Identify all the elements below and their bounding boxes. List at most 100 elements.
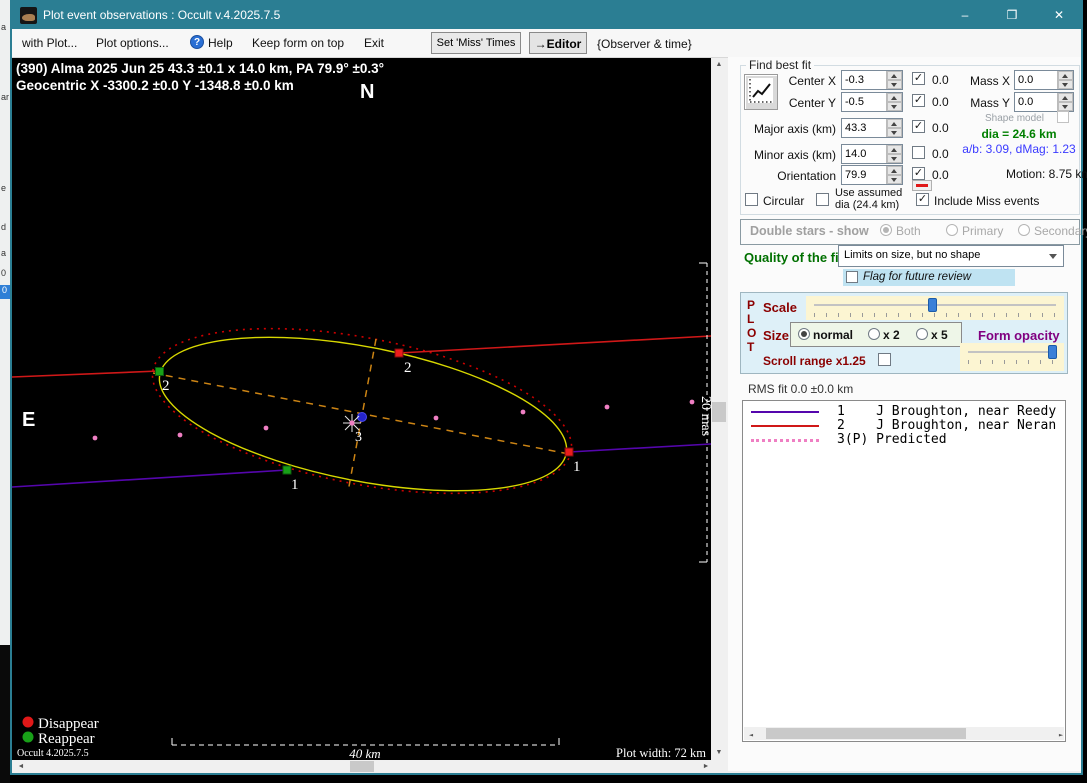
ab-dmag-value: a/b: 3.09, dMag: 1.23 bbox=[962, 142, 1076, 156]
occultation-plot[interactable]: (390) Alma 2025 Jun 25 43.3 ±0.1 x 14.0 … bbox=[12, 58, 711, 760]
rms-fit-label: RMS fit 0.0 ±0.0 km bbox=[748, 382, 854, 396]
observer-row[interactable]: 1 J Broughton, near Reedy bbox=[837, 404, 1056, 419]
reappear-marker-1[interactable] bbox=[282, 465, 292, 475]
scroll-range-checkbox[interactable] bbox=[878, 353, 891, 366]
close-button[interactable]: ✕ bbox=[1044, 8, 1074, 24]
major-axis-checkbox[interactable]: ✓ bbox=[912, 120, 925, 133]
quality-label: Quality of the fit bbox=[744, 250, 843, 265]
scale-slider[interactable] bbox=[806, 296, 1064, 320]
disappear-marker-2[interactable] bbox=[394, 348, 404, 358]
center-y-checkbox[interactable]: ✓ bbox=[912, 94, 925, 107]
disappear-marker-1[interactable] bbox=[564, 447, 574, 457]
maximize-button[interactable]: ❒ bbox=[997, 8, 1027, 24]
menu-plot-options[interactable]: Plot options... bbox=[96, 36, 169, 50]
background-dark-area bbox=[0, 645, 10, 783]
chord1-line-sample bbox=[751, 411, 819, 413]
major-axis-spinner[interactable]: 43.3 bbox=[841, 118, 903, 138]
plot-vertical-scrollbar[interactable]: ▲ ▼ bbox=[711, 58, 727, 760]
scale-slider-thumb[interactable] bbox=[928, 298, 937, 312]
center-x-spinner[interactable]: -0.3 bbox=[841, 70, 903, 90]
size-x2-label: x 2 bbox=[883, 328, 900, 342]
orientation-spinner[interactable]: 79.9 bbox=[841, 165, 903, 185]
chord2-label-right: 2 bbox=[404, 360, 412, 376]
plot-header-line2: Geocentric X -3300.2 ±0.0 Y -1348.8 ±0.0… bbox=[16, 78, 294, 93]
editor-button[interactable]: →Editor bbox=[529, 32, 587, 54]
flag-checkbox[interactable] bbox=[846, 271, 858, 283]
plot-header-line1: (390) Alma 2025 Jun 25 43.3 ±0.1 x 14.0 … bbox=[16, 61, 384, 76]
scale-label: Scale bbox=[763, 300, 797, 315]
minor-axis-spinner[interactable]: 14.0 bbox=[841, 144, 903, 164]
v-scroll-thumb[interactable] bbox=[712, 402, 726, 422]
chord1-label-left: 1 bbox=[291, 477, 299, 493]
list-scroll-right-icon[interactable]: ► bbox=[1054, 730, 1068, 740]
menu-help[interactable]: Help bbox=[208, 36, 233, 50]
plot-width-label: Plot width: 72 km bbox=[616, 746, 706, 760]
circular-checkbox[interactable] bbox=[745, 193, 758, 206]
quality-dropdown[interactable]: Limits on size, but no shape bbox=[838, 245, 1064, 267]
h-scroll-thumb[interactable] bbox=[350, 761, 374, 772]
size-label: Size bbox=[763, 328, 790, 343]
observer-listbox[interactable]: 1 J Broughton, near Reedy 2 J Broughton,… bbox=[742, 400, 1066, 742]
predicted-line-sample bbox=[751, 439, 819, 442]
size-x5-radio[interactable] bbox=[916, 328, 928, 340]
plot-version-label: Occult 4.2025.7.5 bbox=[17, 748, 89, 759]
motion-value: Motion: 8.75 km/s bbox=[1006, 167, 1087, 181]
center-x-sigma: 0.0 bbox=[932, 73, 949, 87]
km-scale-label: 40 km bbox=[349, 746, 380, 760]
shape-model-label: Shape model bbox=[985, 113, 1044, 124]
scroll-left-icon[interactable]: ◄ bbox=[14, 762, 28, 772]
use-assumed-checkbox[interactable] bbox=[816, 193, 829, 206]
minimize-button[interactable]: – bbox=[950, 8, 980, 24]
double-secondary-label: Secondary bbox=[1034, 224, 1087, 238]
form-opacity-slider[interactable] bbox=[960, 343, 1064, 371]
red-bar-icon bbox=[916, 184, 928, 187]
list-scrollbar[interactable]: ◄ ► bbox=[744, 727, 1064, 740]
title-bar[interactable]: Plot event observations : Occult v.4.202… bbox=[12, 2, 1081, 29]
size-x5-label: x 5 bbox=[931, 328, 948, 342]
observer-row[interactable]: 3(P) Predicted bbox=[837, 432, 947, 447]
size-normal-radio[interactable] bbox=[798, 328, 810, 340]
mass-x-spinner[interactable]: 0.0 bbox=[1014, 70, 1074, 90]
minor-axis-checkbox[interactable] bbox=[912, 146, 925, 159]
double-both-label: Both bbox=[896, 224, 921, 238]
window-title: Plot event observations : Occult v.4.202… bbox=[43, 8, 281, 22]
chevron-down-icon bbox=[1049, 254, 1057, 259]
set-miss-times-button[interactable]: Set 'Miss' Times bbox=[431, 32, 521, 54]
double-primary-radio bbox=[946, 224, 958, 236]
shape-model-checkbox[interactable] bbox=[1057, 111, 1069, 123]
include-miss-checkbox[interactable]: ✓ bbox=[916, 193, 929, 206]
scroll-down-icon[interactable]: ▼ bbox=[712, 748, 726, 758]
find-best-fit-label: Find best fit bbox=[746, 58, 815, 72]
scroll-right-icon[interactable]: ► bbox=[699, 762, 713, 772]
observer-row[interactable]: 2 J Broughton, near Neran bbox=[837, 418, 1056, 433]
center-y-spinner[interactable]: -0.5 bbox=[841, 92, 903, 112]
miss-line-color-button[interactable] bbox=[912, 180, 932, 191]
list-scroll-thumb[interactable] bbox=[766, 728, 966, 739]
center-x-checkbox[interactable]: ✓ bbox=[912, 72, 925, 85]
plot-horizontal-scrollbar[interactable]: ◄ ► bbox=[12, 760, 711, 773]
chord1-label-right: 1 bbox=[573, 459, 581, 475]
observer-time-label[interactable]: {Observer & time} bbox=[597, 37, 692, 51]
flag-label: Flag for future review bbox=[863, 271, 972, 283]
menu-with-plot[interactable]: with Plot... bbox=[22, 36, 77, 50]
menu-exit[interactable]: Exit bbox=[364, 36, 384, 50]
orientation-sigma: 0.0 bbox=[932, 168, 949, 182]
size-x2-radio[interactable] bbox=[868, 328, 880, 340]
plot-letter-t: T bbox=[747, 340, 755, 354]
plot-letter-p: P bbox=[747, 298, 756, 312]
right-panel: Find best fit Center X -0.3 ✓ 0.0 Center… bbox=[728, 57, 1087, 771]
reappear-marker-2[interactable] bbox=[155, 367, 164, 376]
scroll-up-icon[interactable]: ▲ bbox=[712, 60, 726, 70]
mas-scale-label: 20 mas bbox=[698, 396, 711, 436]
form-opacity-thumb[interactable] bbox=[1048, 345, 1057, 359]
list-scroll-left-icon[interactable]: ◄ bbox=[744, 730, 758, 740]
center-y-sigma: 0.0 bbox=[932, 95, 949, 109]
menu-keep-on-top[interactable]: Keep form on top bbox=[252, 36, 344, 50]
disappear-legend-dot bbox=[22, 716, 34, 728]
use-assumed-label: Use assumed dia (24.4 km) bbox=[835, 187, 903, 211]
orientation-checkbox[interactable]: ✓ bbox=[912, 167, 925, 180]
fitted-center-dot[interactable] bbox=[357, 412, 367, 422]
mass-y-spinner[interactable]: 0.0 bbox=[1014, 92, 1074, 112]
north-label: N bbox=[360, 81, 374, 103]
reappear-legend-label: Reappear bbox=[38, 731, 95, 747]
